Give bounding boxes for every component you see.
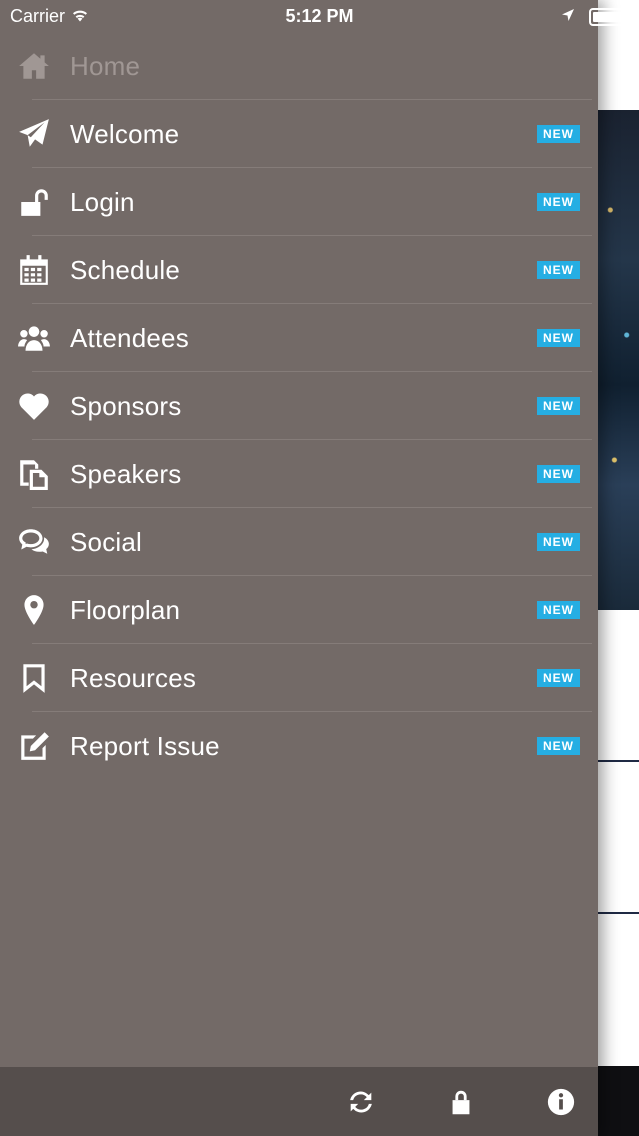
refresh-icon[interactable] [346, 1087, 376, 1117]
drawer-menu: Home Welcome NEW Login NEW Schedule NEW [0, 32, 598, 780]
calendar-icon [16, 252, 52, 288]
menu-item-label: Report Issue [70, 730, 220, 761]
menu-item-resources[interactable]: Resources NEW [0, 644, 598, 712]
new-badge: NEW [537, 261, 580, 279]
new-badge: NEW [537, 533, 580, 551]
new-badge: NEW [537, 669, 580, 687]
menu-item-label: Sponsors [70, 390, 182, 421]
content-divider [598, 912, 639, 914]
menu-item-label: Attendees [70, 322, 189, 353]
menu-item-label: Social [70, 526, 143, 557]
menu-item-sponsors[interactable]: Sponsors NEW [0, 372, 598, 440]
menu-item-social[interactable]: Social NEW [0, 508, 598, 576]
location-arrow-icon [561, 6, 575, 27]
menu-item-label: Login [70, 186, 135, 217]
side-drawer: Home Welcome NEW Login NEW Schedule NEW [0, 0, 598, 1136]
unlock-icon [16, 184, 52, 220]
menu-item-welcome[interactable]: Welcome NEW [0, 100, 598, 168]
new-badge: NEW [537, 125, 580, 143]
menu-item-label: Speakers [70, 458, 182, 489]
menu-item-schedule[interactable]: Schedule NEW [0, 236, 598, 304]
edit-icon [16, 728, 52, 764]
battery-icon [589, 7, 632, 26]
map-marker-icon [16, 592, 52, 628]
menu-item-label: Floorplan [70, 594, 181, 625]
bookmark-icon [16, 660, 52, 696]
heart-icon [16, 388, 52, 424]
new-badge: NEW [537, 737, 580, 755]
new-badge: NEW [537, 397, 580, 415]
main-tab-bar [598, 1066, 639, 1136]
menu-item-label: Resources [70, 662, 197, 693]
menu-item-speakers[interactable]: Speakers NEW [0, 440, 598, 508]
city-photo [598, 110, 639, 610]
users-icon [16, 320, 52, 356]
paper-plane-icon [16, 116, 52, 152]
info-icon[interactable] [546, 1087, 576, 1117]
menu-item-report-issue[interactable]: Report Issue NEW [0, 712, 598, 780]
new-badge: NEW [537, 465, 580, 483]
menu-item-label: Schedule [70, 254, 181, 285]
main-nav-bar [598, 32, 639, 111]
lock-icon[interactable] [446, 1087, 476, 1117]
new-badge: NEW [537, 329, 580, 347]
home-icon [16, 48, 52, 84]
menu-item-floorplan[interactable]: Floorplan NEW [0, 576, 598, 644]
new-badge: NEW [537, 193, 580, 211]
drawer-toolbar [0, 1067, 598, 1136]
status-right [561, 6, 632, 27]
main-content-underlay [598, 0, 639, 1136]
menu-item-login[interactable]: Login NEW [0, 168, 598, 236]
chat-bubbles-icon [16, 524, 52, 560]
status-bar: Carrier 5:12 PM [0, 0, 639, 32]
menu-item-label: Welcome [70, 118, 180, 149]
documents-icon [16, 456, 52, 492]
new-badge: NEW [537, 601, 580, 619]
menu-item-home[interactable]: Home [0, 32, 598, 100]
clock: 5:12 PM [285, 6, 354, 26]
content-divider [598, 760, 639, 762]
menu-item-attendees[interactable]: Attendees NEW [0, 304, 598, 372]
menu-item-label: Home [70, 50, 141, 81]
